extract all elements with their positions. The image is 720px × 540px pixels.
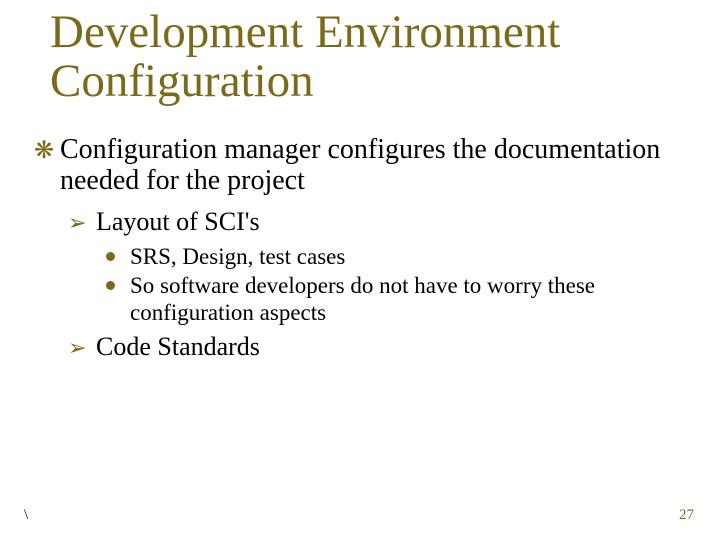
slide: Development Environment Configuration ❋C… (0, 0, 720, 540)
dot-icon (106, 243, 130, 270)
bullet-text: So software developers do not have to wo… (130, 273, 595, 325)
bullet-level-1: ❋Configuration manager configures the do… (34, 134, 684, 197)
bullet-level-3: SRS, Design, test cases (106, 243, 684, 270)
slide-body: ❋Configuration manager configures the do… (34, 134, 684, 368)
snowflake-icon: ❋ (34, 138, 60, 165)
arrow-icon: ➢ (68, 335, 96, 360)
bullet-text: Configuration manager configures the doc… (60, 134, 660, 196)
slide-title: Development Environment Configuration (50, 8, 690, 107)
bullet-level-2: ➢Code Standards (68, 332, 684, 362)
bullet-level-2: ➢Layout of SCI's (68, 207, 684, 237)
bullet-level-3: So software developers do not have to wo… (106, 272, 684, 326)
bullet-text: SRS, Design, test cases (130, 244, 345, 269)
page-number: 27 (679, 507, 694, 524)
bullet-text: Code Standards (96, 332, 260, 361)
bullet-text: Layout of SCI's (96, 207, 260, 236)
footer-left-text: \ (24, 507, 28, 524)
arrow-icon: ➢ (68, 210, 96, 235)
dot-icon (106, 272, 130, 299)
